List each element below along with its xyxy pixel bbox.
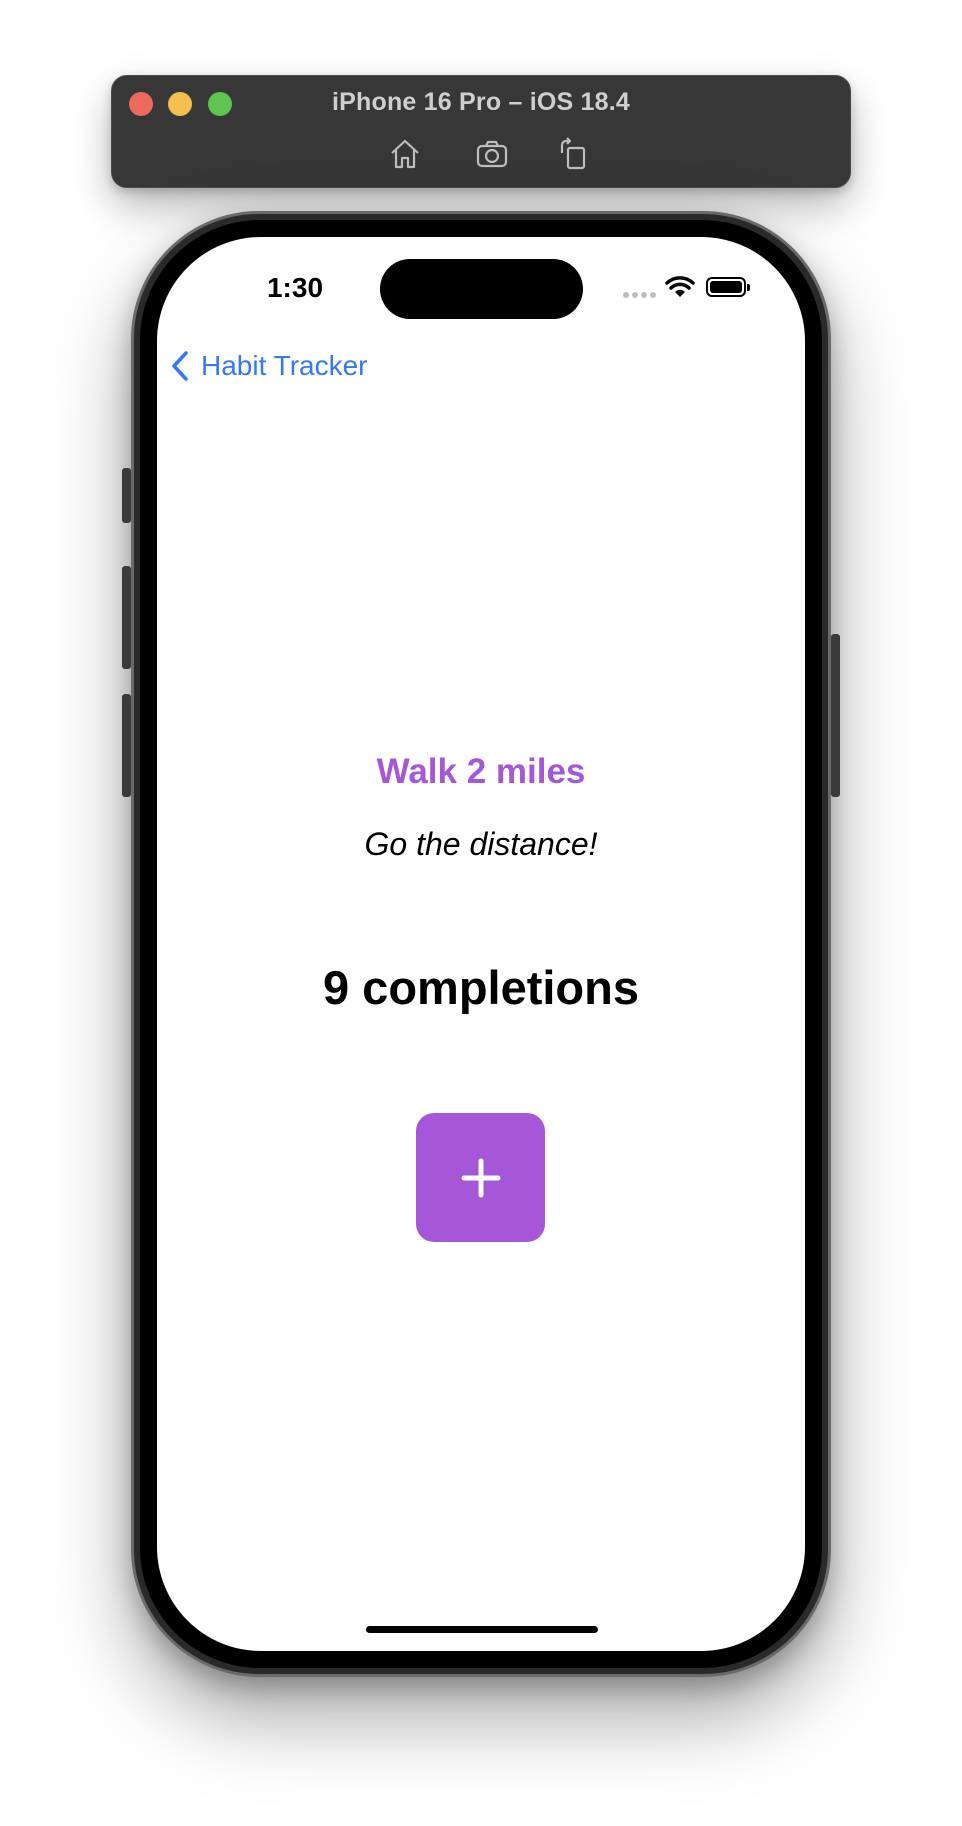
- back-button[interactable]: Habit Tracker: [169, 346, 368, 386]
- screenshot-button[interactable]: [474, 136, 510, 172]
- volume-down-button: [122, 694, 131, 797]
- chevron-left-icon: [172, 351, 188, 381]
- cellular-icon: [623, 292, 656, 298]
- volume-up-button: [122, 566, 131, 669]
- plus-icon: [461, 1158, 500, 1197]
- battery-icon: [706, 277, 750, 297]
- rotate-button[interactable]: [555, 136, 591, 172]
- habit-description: Go the distance!: [364, 826, 598, 862]
- home-icon: [391, 139, 419, 169]
- back-button-label: Habit Tracker: [201, 350, 368, 381]
- home-indicator[interactable]: [366, 1626, 598, 1633]
- home-button[interactable]: [387, 136, 423, 172]
- side-power-button: [831, 634, 840, 797]
- completions-count: 9 completions: [322, 961, 639, 1014]
- status-time: 1:30: [266, 272, 324, 303]
- simulator-title-bar: iPhone 16 Pro – iOS 18.4: [111, 75, 851, 188]
- rotate-icon: [560, 137, 586, 170]
- simulator-window: iPhone 16 Pro – iOS 18.4 1:30 Habit Trac…: [0, 0, 962, 1826]
- simulator-title: iPhone 16 Pro – iOS 18.4: [332, 88, 630, 116]
- dynamic-island: [380, 259, 583, 319]
- wifi-icon: [665, 276, 695, 297]
- habit-title: Walk 2 miles: [376, 752, 586, 791]
- action-button: [122, 468, 131, 523]
- screenshot-icon: [476, 140, 508, 168]
- add-completion-button[interactable]: [416, 1113, 545, 1242]
- phone-screen: 1:30 Habit Tracker Walk 2 miles Go the d…: [157, 237, 805, 1651]
